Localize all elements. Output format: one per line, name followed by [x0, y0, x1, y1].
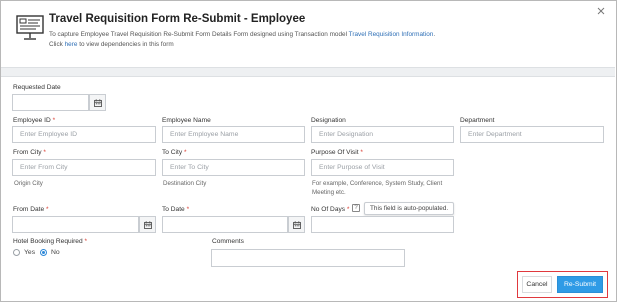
- required-marker: *: [43, 149, 46, 156]
- dependencies-link[interactable]: here: [65, 41, 78, 48]
- no-of-days-label-text: No Of Days: [311, 206, 346, 213]
- radio-selected-icon: [40, 249, 47, 256]
- radio-circle-icon: [13, 249, 20, 256]
- click-suffix: to view dependencies in this form: [77, 41, 174, 48]
- from-city-label-text: From City: [13, 149, 42, 156]
- purpose-label: Purpose Of Visit *: [311, 149, 363, 156]
- from-date-label-text: From Date: [13, 206, 45, 213]
- close-icon[interactable]: [597, 7, 605, 15]
- required-marker: *: [184, 149, 187, 156]
- designation-label: Designation: [311, 117, 346, 124]
- to-city-helper: Destination City: [163, 180, 207, 187]
- from-date-calendar-button[interactable]: [139, 216, 156, 233]
- to-date-calendar-button[interactable]: [288, 216, 305, 233]
- hotel-booking-label: Hotel Booking Required *: [13, 238, 87, 245]
- from-city-label: From City *: [13, 149, 46, 156]
- from-city-helper: Origin City: [14, 180, 43, 187]
- required-marker: *: [360, 149, 363, 156]
- employee-id-input[interactable]: Enter Employee ID: [12, 126, 156, 143]
- calendar-icon: [143, 220, 152, 229]
- description-end: .: [433, 31, 436, 38]
- to-date-label: To Date *: [162, 206, 189, 213]
- requested-date-label: Requested Date: [13, 84, 61, 91]
- employee-name-input[interactable]: Enter Employee Name: [162, 126, 305, 143]
- monitor-form-icon: [16, 15, 44, 40]
- requested-date-calendar-button[interactable]: [89, 94, 106, 111]
- form-header: Travel Requisition Form Re-Submit - Empl…: [1, 1, 615, 69]
- requested-date-input[interactable]: [12, 94, 89, 111]
- from-city-input[interactable]: Enter From City: [12, 159, 156, 176]
- click-prefix: Click: [49, 41, 65, 48]
- resubmit-button[interactable]: Re-Submit: [557, 276, 603, 293]
- required-marker: *: [46, 206, 49, 213]
- to-city-label: To City *: [162, 149, 187, 156]
- designation-input[interactable]: Enter Designation: [311, 126, 454, 143]
- description-text: To capture Employee Travel Requisition R…: [49, 31, 349, 38]
- to-city-label-text: To City: [162, 149, 183, 156]
- page-title: Travel Requisition Form Re-Submit - Empl…: [49, 13, 306, 25]
- from-date-label: From Date *: [13, 206, 49, 213]
- hotel-radio-yes[interactable]: Yes: [13, 249, 35, 256]
- required-marker: *: [84, 238, 88, 245]
- calendar-icon: [93, 98, 102, 107]
- purpose-input[interactable]: Enter Purpose of Visit: [311, 159, 454, 176]
- department-input[interactable]: Enter Department: [460, 126, 604, 143]
- to-date-label-text: To Date: [162, 206, 185, 213]
- required-marker: *: [52, 117, 56, 124]
- to-date-input[interactable]: [162, 216, 288, 233]
- employee-id-label: Employee ID *: [13, 117, 55, 124]
- employee-name-label: Employee Name: [162, 117, 211, 124]
- required-marker: *: [186, 206, 190, 213]
- radio-yes-label: Yes: [24, 249, 36, 256]
- purpose-helper-line2: Meeting etc.: [312, 189, 346, 196]
- required-marker: *: [346, 206, 350, 213]
- comments-label: Comments: [212, 238, 244, 245]
- purpose-helper: For example, Conference, System Study, C…: [312, 179, 442, 197]
- radio-no-label: No: [51, 249, 60, 256]
- purpose-label-text: Purpose Of Visit: [311, 149, 359, 156]
- from-date-input[interactable]: [12, 216, 139, 233]
- calendar-icon: [292, 220, 301, 229]
- form-description: To capture Employee Travel Requisition R…: [49, 30, 449, 50]
- employee-id-label-text: Employee ID: [13, 117, 51, 124]
- no-of-days-label: No Of Days *: [311, 206, 350, 213]
- to-city-input[interactable]: Enter To City: [162, 159, 305, 176]
- department-label: Department: [460, 117, 495, 124]
- cancel-button[interactable]: Cancel: [522, 276, 552, 293]
- hotel-radio-no[interactable]: No: [40, 249, 60, 256]
- no-of-days-input[interactable]: [311, 216, 454, 233]
- comments-textarea[interactable]: [211, 249, 405, 267]
- purpose-helper-line1: For example, Conference, System Study, C…: [312, 180, 443, 187]
- help-icon[interactable]: ?: [352, 204, 360, 212]
- auto-populated-tooltip: This field is auto-populated.: [364, 202, 455, 215]
- transaction-model-link[interactable]: Travel Requisition Information: [349, 31, 434, 38]
- hotel-booking-label-text: Hotel Booking Required: [13, 238, 83, 245]
- section-divider: [1, 67, 615, 77]
